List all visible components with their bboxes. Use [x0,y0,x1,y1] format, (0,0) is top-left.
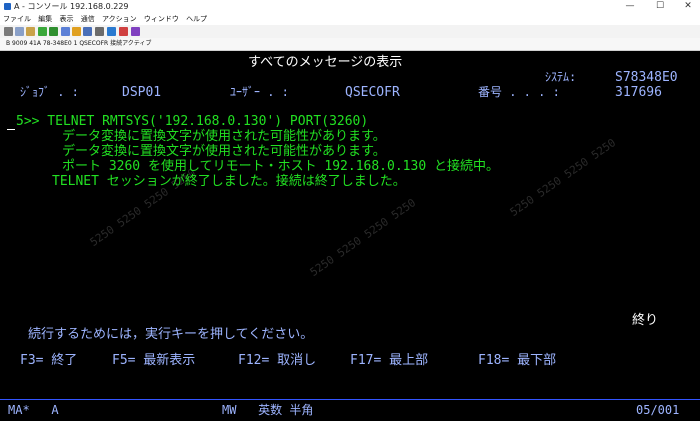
app-icon [4,3,11,10]
close-button[interactable]: ✕ [674,0,700,13]
menu-edit[interactable]: 編集 [38,15,52,23]
session-end-message: TELNET セッションが終了しました。接続は終了しました。 [52,174,406,189]
message-line: ポート 3260 を使用してリモート・ホスト 192.168.0.130 と接続… [62,159,499,174]
message-line: データ変換に置換文字が使用された可能性があります。 [62,144,386,159]
menu-help[interactable]: ヘルプ [186,15,207,23]
number-label: 番号 . . . : [478,85,560,99]
text-cursor [7,129,15,130]
job-label: ｼﾞｮﾌﾞ . : [20,85,79,99]
f3-exit-key[interactable]: F3= 終了 [20,353,77,368]
session-info: B 9009 41A 78-348E0 1 QSECOFR 接続アクティブ [6,40,152,47]
menu-window[interactable]: ウィンドウ [144,15,179,23]
minimize-button[interactable]: — [616,0,644,13]
window-title: A - コンソール 192.168.0.229 [14,2,129,11]
more-indicator: 終り [632,313,659,328]
f18-bottom-key[interactable]: F18= 最下部 [478,353,556,368]
system-value: S78348E0 [615,70,678,85]
screen-title: すべてのメッセージの表示 [248,55,403,70]
system-label: ｼｽﾃﾑ: [545,70,577,84]
command-line: 5>> TELNET RMTSYS('192.168.0.130') PORT(… [16,114,369,129]
toolbar [0,25,700,39]
user-value: QSECOFR [345,85,400,100]
user-label: ﾕｰｻﾞｰ . : [230,85,289,99]
f5-refresh-key[interactable]: F5= 最新表示 [112,353,195,368]
record-macro-icon[interactable] [72,27,81,36]
paste-icon[interactable] [26,27,35,36]
print-icon[interactable] [4,27,13,36]
maximize-button[interactable]: ☐ [646,0,674,13]
keyboard-icon[interactable] [107,27,116,36]
copy-icon[interactable] [15,27,24,36]
display-icon[interactable] [61,27,70,36]
window-titlebar: A - コンソール 192.168.0.229 — ☐ ✕ [0,0,700,13]
background-watermark: 5250 5250 5250 5250 [307,196,419,279]
menu-file[interactable]: ファイル [3,15,31,23]
help-icon[interactable] [131,27,140,36]
disconnect-icon[interactable] [119,27,128,36]
operator-info-area: MA* A MW 英数 半角 05/001 [0,399,700,421]
oia-status: MA* A [8,403,59,417]
cursor-position: 05/001 [636,403,680,417]
terminal-screen[interactable]: 5250 5250 5250 5250 5250 5250 5250 5250 … [0,51,700,399]
menu-actions[interactable]: アクション [102,15,137,23]
receive-icon[interactable] [49,27,58,36]
number-value: 317696 [615,85,662,100]
continue-prompt: 続行するためには，実行キーを押してください。 [28,327,314,342]
message-line: データ変換に置換文字が使用された可能性があります。 [62,129,386,144]
oia-input-mode: MW 英数 半角 [222,403,314,417]
menu-communication[interactable]: 通信 [81,15,95,23]
job-value: DSP01 [122,85,162,100]
send-icon[interactable] [38,27,47,36]
f12-cancel-key[interactable]: F12= 取消し [238,353,316,368]
f17-top-key[interactable]: F17= 最上部 [350,353,428,368]
settings-icon[interactable] [95,27,104,36]
session-status-bar: B 9009 41A 78-348E0 1 QSECOFR 接続アクティブ [0,38,700,51]
menu-view[interactable]: 表示 [59,15,73,23]
background-watermark: 5250 5250 5250 5250 [507,136,619,219]
play-macro-icon[interactable] [83,27,92,36]
menu-bar: ファイル 編集 表示 通信 アクション ウィンドウ ヘルプ [0,13,700,25]
